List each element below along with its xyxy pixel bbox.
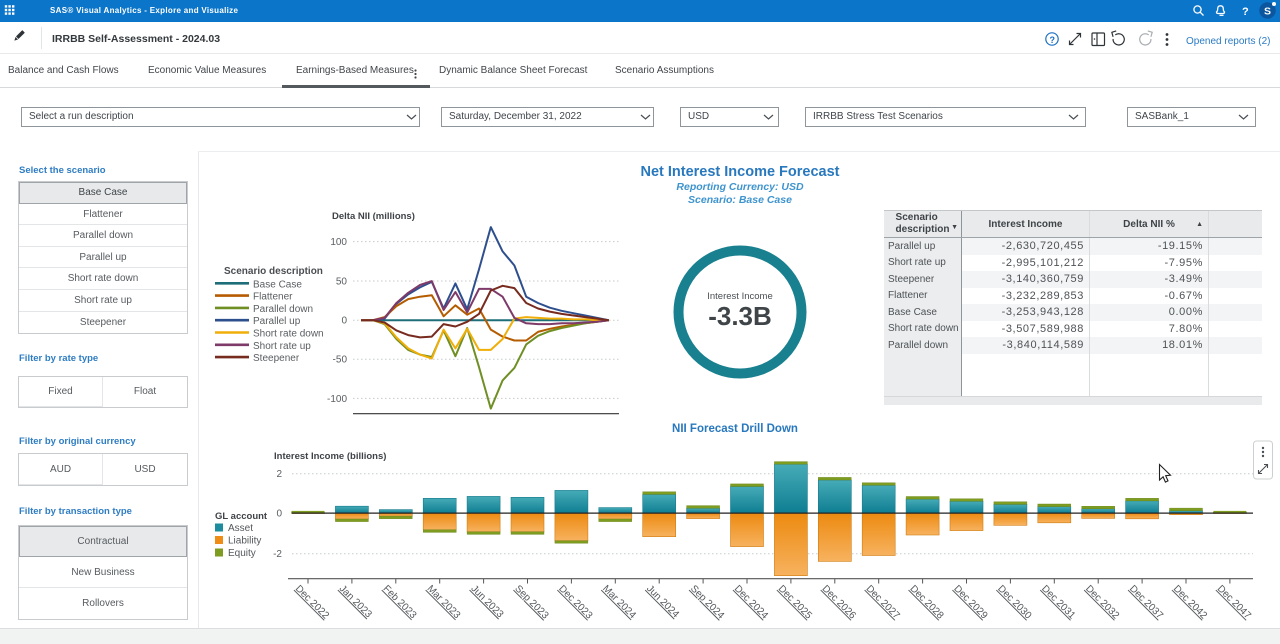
svg-text:Dec 2032: Dec 2032 [1083, 583, 1121, 621]
svg-text:Short rate down: Short rate down [253, 329, 324, 340]
svg-text:Parallel down: Parallel down [253, 304, 313, 315]
svg-text:Liability: Liability [228, 536, 261, 547]
svg-text:Dec 2037: Dec 2037 [1127, 583, 1165, 621]
svg-text:Dec 2025: Dec 2025 [776, 583, 814, 621]
svg-text:Asset: Asset [228, 523, 253, 534]
svg-text:Dec 2030: Dec 2030 [995, 583, 1033, 621]
svg-text:Dec 2047: Dec 2047 [1215, 583, 1253, 621]
svg-text:?: ? [1050, 35, 1056, 45]
svg-text:GL account: GL account [215, 511, 268, 522]
svg-text:Dec 2022: Dec 2022 [293, 583, 331, 621]
svg-text:Equity: Equity [228, 548, 256, 559]
svg-text:?: ? [1242, 6, 1249, 18]
svg-text:Dec 2027: Dec 2027 [864, 583, 902, 621]
svg-text:Interest Income (billions): Interest Income (billions) [274, 451, 386, 462]
svg-text:Feb 2023: Feb 2023 [381, 583, 419, 621]
svg-text:100: 100 [330, 237, 347, 248]
svg-text:-100: -100 [327, 394, 347, 405]
svg-text:Delta NII (millions): Delta NII (millions) [332, 211, 415, 222]
svg-text:Dec 2024: Dec 2024 [732, 583, 770, 621]
svg-text:Jun 2024: Jun 2024 [644, 583, 681, 620]
svg-text:Base Case: Base Case [253, 279, 302, 290]
svg-text:0: 0 [341, 316, 347, 327]
svg-text:2: 2 [276, 469, 282, 480]
svg-text:Dec 2023: Dec 2023 [556, 583, 594, 621]
svg-text:0: 0 [276, 508, 282, 519]
svg-text:Mar 2023: Mar 2023 [425, 583, 463, 621]
svg-text:Dec 2026: Dec 2026 [820, 583, 858, 621]
svg-text:-3.3B: -3.3B [708, 301, 772, 331]
svg-text:Steepener: Steepener [253, 353, 300, 364]
svg-text:Dec 2028: Dec 2028 [907, 583, 945, 621]
svg-text:Scenario description: Scenario description [224, 266, 323, 277]
svg-text:Jun 2023: Jun 2023 [468, 583, 505, 620]
svg-text:Dec 2029: Dec 2029 [951, 583, 989, 621]
svg-text:-50: -50 [333, 355, 348, 366]
svg-text:Flattener: Flattener [253, 292, 293, 303]
svg-text:50: 50 [336, 276, 348, 287]
svg-text:Short rate up: Short rate up [253, 341, 311, 352]
svg-text:Dec 2042: Dec 2042 [1171, 583, 1209, 621]
svg-text:Sep 2024: Sep 2024 [688, 583, 726, 621]
svg-text:S: S [1264, 6, 1271, 18]
svg-text:Parallel up: Parallel up [253, 316, 301, 327]
svg-text:Sep 2023: Sep 2023 [512, 583, 550, 621]
svg-text:-2: -2 [273, 549, 282, 560]
svg-text:Jan 2023: Jan 2023 [337, 583, 374, 620]
svg-text:Mar 2024: Mar 2024 [600, 583, 638, 621]
svg-text:Dec 2031: Dec 2031 [1039, 583, 1077, 621]
